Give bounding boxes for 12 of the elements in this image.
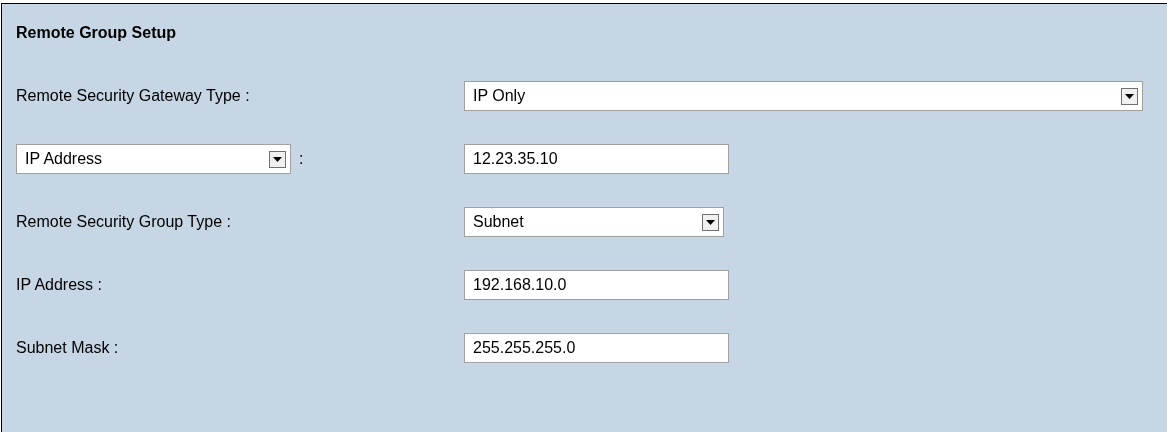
dropdown[interactable]: IP Only [464, 81, 1143, 111]
field-label: Subnet Mask : [16, 338, 119, 358]
input-field[interactable]: 192.168.10.0 [464, 270, 729, 300]
separator: : [299, 149, 304, 169]
dropdown[interactable]: Subnet [464, 207, 724, 237]
input-field[interactable]: 12.23.35.10 [464, 144, 729, 174]
input-field[interactable]: 255.255.255.0 [464, 333, 729, 363]
field-label: IP Address : [16, 275, 102, 295]
field-label: Remote Security Group Type : [16, 212, 231, 232]
dropdown[interactable]: IP Address [16, 144, 291, 174]
field-label: Remote Security Gateway Type : [16, 86, 250, 106]
section-title: Remote Group Setup [16, 23, 177, 43]
